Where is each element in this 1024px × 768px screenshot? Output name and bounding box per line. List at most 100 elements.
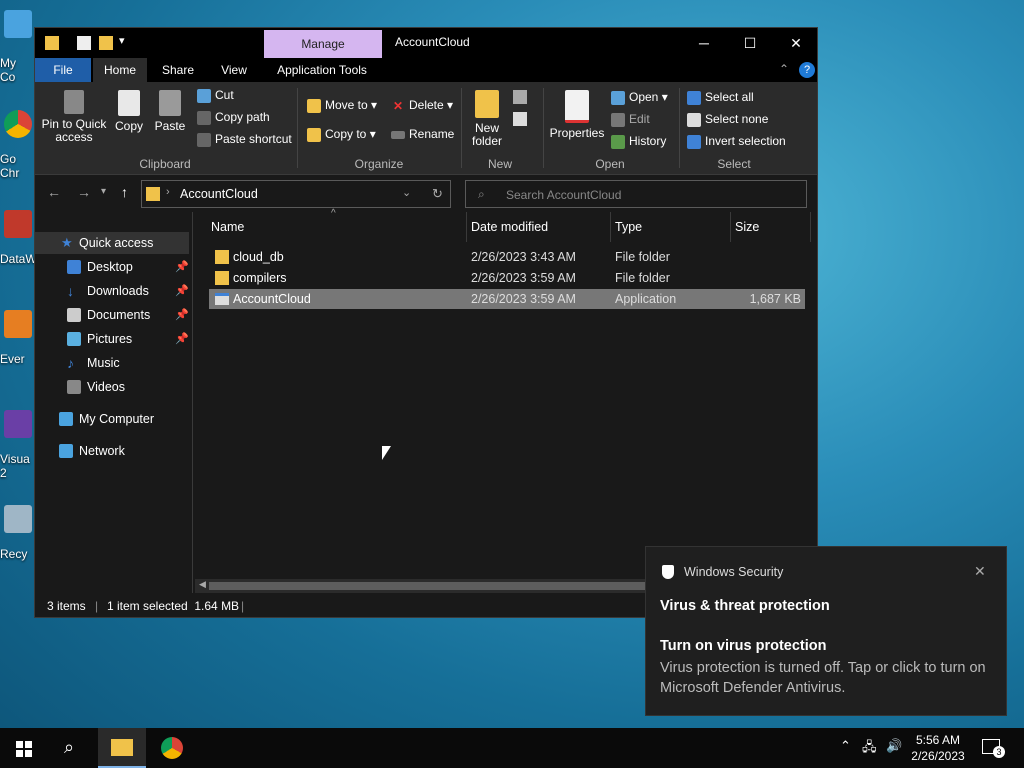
nav-item-my-computer[interactable]: My Computer xyxy=(35,408,189,430)
search-button[interactable]: ⌕ xyxy=(48,728,96,768)
tab-share[interactable]: Share xyxy=(153,58,203,82)
rename-button[interactable]: Rename xyxy=(391,127,454,141)
nav-item-network[interactable]: Network xyxy=(35,440,189,462)
pin-to-quick-access-button[interactable]: Pin to Quick access xyxy=(39,90,109,144)
desktop-icon-dataw[interactable]: DataW xyxy=(0,210,37,266)
nav-item-documents[interactable]: Documents 📌 xyxy=(35,304,189,326)
column-header-type[interactable]: Type xyxy=(611,212,731,242)
desktop-icon-my-computer[interactable]: My Co xyxy=(0,10,34,84)
action-center-button[interactable]: 3 xyxy=(982,739,1005,758)
copy-path-button[interactable]: Copy path xyxy=(197,110,270,125)
invert-selection-icon xyxy=(687,134,701,149)
copy-to-icon xyxy=(307,127,321,142)
tab-file[interactable]: File xyxy=(35,58,91,82)
volume-icon[interactable]: 🔊 xyxy=(886,738,902,754)
toast-close-icon[interactable]: ✕ xyxy=(974,563,986,580)
paste-shortcut-button[interactable]: Paste shortcut xyxy=(197,132,292,147)
file-row-cloud-db[interactable]: cloud_db 2/26/2023 3:43 AM File folder xyxy=(209,247,805,267)
start-button[interactable] xyxy=(0,728,48,768)
recent-locations-icon[interactable]: ▾ xyxy=(101,186,106,197)
pin-icon[interactable]: 📌 xyxy=(175,304,189,326)
back-arrow-icon[interactable]: ← xyxy=(47,184,61,200)
group-label-clipboard: Clipboard xyxy=(139,157,191,171)
minimize-button[interactable]: ─ xyxy=(681,28,727,58)
close-button[interactable]: ✕ xyxy=(773,28,819,58)
scroll-left-icon[interactable]: ◀ xyxy=(199,579,206,590)
column-header-size[interactable]: Size xyxy=(731,212,811,242)
up-arrow-icon[interactable]: ↑ xyxy=(121,184,128,200)
copy-button[interactable]: Copy xyxy=(111,90,147,133)
search-icon: ⌕ xyxy=(64,737,75,757)
desktop-icon-recycle-bin[interactable]: Recy xyxy=(0,505,34,561)
download-icon: ↓ xyxy=(67,283,74,299)
column-header-date[interactable]: Date modified xyxy=(467,212,611,242)
refresh-icon[interactable]: ↻ xyxy=(432,186,443,202)
nav-item-quick-access[interactable]: ★ Quick access xyxy=(35,232,189,254)
nav-item-videos[interactable]: Videos xyxy=(35,376,189,398)
taskbar-file-explorer[interactable] xyxy=(98,728,146,768)
chevron-right-icon: › xyxy=(166,186,170,198)
scrollbar-thumb[interactable] xyxy=(209,582,645,590)
chevron-down-icon[interactable]: ⌄ xyxy=(402,186,411,199)
edit-button[interactable]: Edit xyxy=(611,112,650,127)
desktop-icon-chrome[interactable]: Go Chr xyxy=(0,110,34,180)
forward-arrow-icon[interactable]: → xyxy=(77,184,91,200)
tab-home[interactable]: Home xyxy=(93,58,147,82)
qat-dropdown-icon[interactable]: ▾ xyxy=(119,34,125,47)
show-hidden-icons-icon[interactable]: ⌃ xyxy=(840,738,851,754)
desktop-icon-visual[interactable]: Visua 2 xyxy=(0,410,34,480)
pin-icon[interactable]: 📌 xyxy=(175,256,189,278)
history-button[interactable]: History xyxy=(611,134,666,149)
collapse-ribbon-icon[interactable]: ⌃ xyxy=(779,62,789,76)
pin-icon[interactable]: 📌 xyxy=(175,328,189,350)
new-folder-button[interactable]: New folder xyxy=(467,90,507,148)
tab-manage[interactable]: Manage xyxy=(264,30,382,58)
column-header-name[interactable]: Name xyxy=(207,212,467,242)
copy-to-button[interactable]: Copy to ▾ xyxy=(307,127,376,142)
help-icon[interactable]: ? xyxy=(799,62,815,78)
invert-selection-button[interactable]: Invert selection xyxy=(687,134,786,149)
copy-icon xyxy=(118,90,140,116)
network-tray-icon[interactable]: 🖧 xyxy=(862,738,877,760)
easy-access-icon[interactable] xyxy=(513,112,527,126)
file-row-accountcloud[interactable]: AccountCloud 2/26/2023 3:59 AM Applicati… xyxy=(209,289,805,309)
tab-view[interactable]: View xyxy=(209,58,259,82)
toast-app-name: Windows Security xyxy=(684,565,784,579)
file-row-compilers[interactable]: compilers 2/26/2023 3:59 AM File folder xyxy=(209,268,805,288)
tab-application-tools[interactable]: Application Tools xyxy=(267,58,377,82)
new-folder-icon[interactable] xyxy=(99,36,113,50)
maximize-button[interactable]: ☐ xyxy=(727,28,773,58)
pin-icon xyxy=(64,90,84,114)
windows-security-notification[interactable]: Windows Security ✕ Virus & threat protec… xyxy=(645,546,1007,716)
properties-button[interactable]: Properties xyxy=(547,90,607,140)
delete-button[interactable]: ✕ Delete ▾ xyxy=(391,98,453,113)
folder-icon xyxy=(146,187,160,201)
paste-shortcut-icon xyxy=(197,132,211,147)
title-bar[interactable]: ▾ Manage AccountCloud ─ ☐ ✕ xyxy=(35,28,817,58)
folder-icon xyxy=(215,271,229,285)
taskbar-chrome[interactable] xyxy=(148,728,196,768)
move-to-button[interactable]: Move to ▾ xyxy=(307,98,377,113)
ribbon-tabs: File Home Share View Application Tools ⌃… xyxy=(35,58,817,82)
ribbon-separator xyxy=(679,88,680,168)
toast-body: Virus protection is turned off. Tap or c… xyxy=(660,660,986,696)
paste-button[interactable]: Paste xyxy=(151,90,189,133)
nav-item-music[interactable]: ♪ Music xyxy=(35,352,189,374)
properties-icon[interactable] xyxy=(77,36,91,50)
nav-item-downloads[interactable]: ↓ Downloads 📌 xyxy=(35,280,189,302)
scissors-icon xyxy=(197,88,211,103)
search-input[interactable]: ⌕ Search AccountCloud xyxy=(465,180,807,208)
select-none-button[interactable]: Select none xyxy=(687,112,768,127)
pin-icon[interactable]: 📌 xyxy=(175,280,189,302)
address-bar[interactable]: › AccountCloud ⌄ ↻ xyxy=(141,180,451,208)
group-label-organize: Organize xyxy=(354,157,404,171)
clock[interactable]: 5:56 AM 2/26/2023 xyxy=(908,732,968,764)
cut-button[interactable]: Cut xyxy=(197,88,234,103)
open-button[interactable]: Open ▾ xyxy=(611,90,668,105)
folder-icon xyxy=(111,739,133,756)
desktop-icon-ever[interactable]: Ever xyxy=(0,310,34,366)
new-item-icon[interactable] xyxy=(513,90,527,104)
nav-item-desktop[interactable]: Desktop 📌 xyxy=(35,256,189,278)
nav-item-pictures[interactable]: Pictures 📌 xyxy=(35,328,189,350)
select-all-button[interactable]: Select all xyxy=(687,90,754,105)
